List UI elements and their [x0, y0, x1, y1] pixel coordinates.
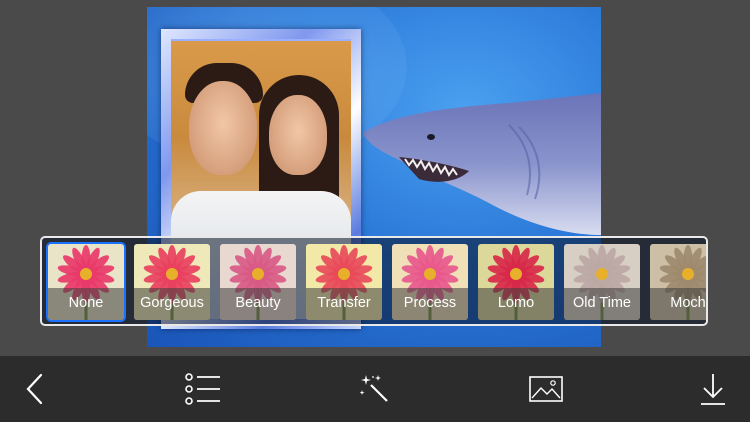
filter-label: None [48, 288, 124, 320]
magic-wand-icon [360, 375, 388, 402]
filter-label: Gorgeous [134, 288, 210, 320]
woman-face [269, 95, 327, 175]
filter-thumbnails: None Gorgeous Beauty Transfer Process Lo… [46, 242, 706, 322]
filter-thumb[interactable]: Transfer [306, 244, 382, 320]
frames-list-button[interactable] [178, 364, 228, 414]
filter-thumb[interactable]: Process [392, 244, 468, 320]
filter-label: Beauty [220, 288, 296, 320]
editor-stage: None Gorgeous Beauty Transfer Process Lo… [0, 0, 750, 356]
effects-button[interactable] [350, 364, 400, 414]
bottom-toolbar [0, 356, 750, 422]
filter-thumb[interactable]: Gorgeous [134, 244, 210, 320]
filter-label: Transfer [306, 288, 382, 320]
shark-image [359, 85, 601, 245]
filter-strip[interactable]: None Gorgeous Beauty Transfer Process Lo… [40, 236, 708, 326]
man-face [189, 81, 257, 175]
back-button[interactable] [10, 364, 60, 414]
filter-label: Lomo [478, 288, 554, 320]
list-icon [185, 373, 220, 405]
filter-thumb[interactable]: Old Time [564, 244, 640, 320]
filter-thumb[interactable]: Beauty [220, 244, 296, 320]
filter-label: Moch [650, 288, 706, 320]
save-button[interactable] [688, 364, 738, 414]
image-icon [529, 376, 563, 402]
filter-thumb[interactable]: Lomo [478, 244, 554, 320]
chevron-left-icon [26, 373, 43, 405]
download-icon [701, 374, 725, 405]
filter-thumb[interactable]: None [46, 242, 126, 322]
filter-label: Old Time [564, 288, 640, 320]
filter-label: Process [392, 288, 468, 320]
filter-thumb[interactable]: Moch [650, 244, 706, 320]
background-button[interactable] [521, 364, 571, 414]
